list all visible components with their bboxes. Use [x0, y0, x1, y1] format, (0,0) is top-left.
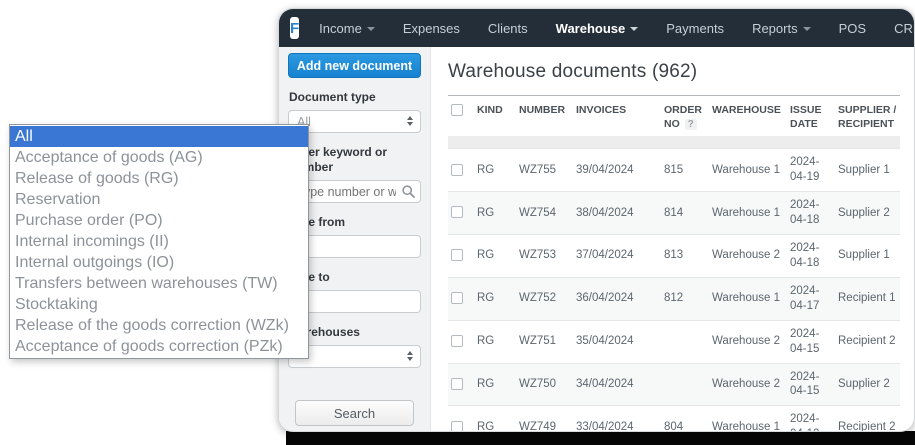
main-panel: Warehouse documents (962) KIND NUMBER IN… — [431, 47, 914, 431]
documents-table: KIND NUMBER INVOICES ORDER NO ? WAREHOUS… — [448, 95, 900, 431]
nav-item-reports[interactable]: Reports — [738, 21, 825, 36]
screen-edge — [286, 431, 915, 445]
table-row[interactable]: RG WZ750 34/04/2024 Warehouse 2 2024-04-… — [448, 363, 900, 406]
row-checkbox[interactable] — [451, 335, 463, 347]
dropdown-option[interactable]: Release of the goods correction (WZk) — [10, 315, 308, 336]
nav-item-pos[interactable]: POS — [825, 21, 880, 36]
nav-item-crm[interactable]: CRM — [880, 21, 915, 36]
select-spinner-icon — [407, 116, 413, 126]
table-row[interactable]: RG WZ752 36/04/2024 812 Warehouse 1 2024… — [448, 277, 900, 320]
document-type-dropdown-list: All Acceptance of goods (AG) Release of … — [9, 124, 309, 359]
dropdown-option[interactable]: Acceptance of goods correction (PZk) — [10, 336, 308, 357]
document-type-label: Document type — [289, 90, 421, 105]
dropdown-option[interactable]: Acceptance of goods (AG) — [10, 147, 308, 168]
dropdown-option[interactable]: Purchase order (PO) — [10, 210, 308, 231]
page-title: Warehouse documents (962) — [448, 61, 900, 83]
app-logo: F — [290, 17, 299, 39]
table-row[interactable]: RG WZ751 35/04/2024 Warehouse 2 2024-04-… — [448, 320, 900, 363]
row-checkbox[interactable] — [451, 292, 463, 304]
add-new-document-button[interactable]: Add new document — [288, 53, 421, 78]
search-icon — [402, 185, 415, 198]
help-icon[interactable]: ? — [685, 119, 697, 130]
row-checkbox[interactable] — [451, 378, 463, 390]
chevron-down-icon — [367, 27, 375, 31]
dropdown-option[interactable]: Transfers between warehouses (TW) — [10, 273, 308, 294]
header-separator-band — [448, 136, 900, 149]
chevron-down-icon — [630, 27, 638, 31]
col-header-issue-date: ISSUE DATE — [787, 96, 835, 136]
table-row[interactable]: RG WZ749 33/04/2024 804 Warehouse 1 2024… — [448, 406, 900, 431]
chevron-down-icon — [803, 27, 811, 31]
top-navbar: F Income Expenses Clients Warehouse Paym… — [279, 9, 914, 47]
table-row[interactable]: RG WZ754 38/04/2024 814 Warehouse 1 2024… — [448, 192, 900, 235]
dropdown-option[interactable]: Release of goods (RG) — [10, 168, 308, 189]
col-header-number: NUMBER — [516, 96, 573, 136]
col-header-supplier-recipient: SUPPLIER / RECIPIENT — [835, 96, 900, 136]
col-header-order-no: ORDER NO ? — [661, 96, 709, 136]
dropdown-option[interactable]: All — [10, 126, 308, 147]
row-checkbox[interactable] — [451, 249, 463, 261]
dropdown-option[interactable]: Internal outgoings (IO) — [10, 252, 308, 273]
search-button[interactable]: Search — [295, 400, 414, 426]
row-checkbox[interactable] — [451, 164, 463, 176]
col-header-warehouse: WAREHOUSE — [709, 96, 787, 136]
dropdown-option[interactable]: Reservation — [10, 189, 308, 210]
select-spinner-icon — [407, 351, 413, 361]
dropdown-option[interactable]: Stocktaking — [10, 294, 308, 315]
nav-item-warehouse[interactable]: Warehouse — [542, 21, 653, 36]
row-checkbox[interactable] — [451, 421, 463, 431]
table-row[interactable]: RG WZ755 39/04/2024 815 Warehouse 1 2024… — [448, 149, 900, 192]
col-header-kind: KIND — [474, 96, 516, 136]
nav-item-payments[interactable]: Payments — [652, 21, 738, 36]
row-checkbox[interactable] — [451, 206, 463, 218]
select-all-checkbox[interactable] — [451, 104, 463, 116]
dropdown-option[interactable]: Internal incomings (II) — [10, 231, 308, 252]
table-header-row: KIND NUMBER INVOICES ORDER NO ? WAREHOUS… — [448, 96, 900, 136]
nav-item-expenses[interactable]: Expenses — [389, 21, 474, 36]
app-window: F Income Expenses Clients Warehouse Paym… — [278, 8, 915, 432]
nav-item-clients[interactable]: Clients — [474, 21, 542, 36]
col-header-invoices: INVOICES — [573, 96, 661, 136]
nav-item-income[interactable]: Income — [305, 21, 389, 36]
table-row[interactable]: RG WZ753 37/04/2024 813 Warehouse 2 2024… — [448, 234, 900, 277]
